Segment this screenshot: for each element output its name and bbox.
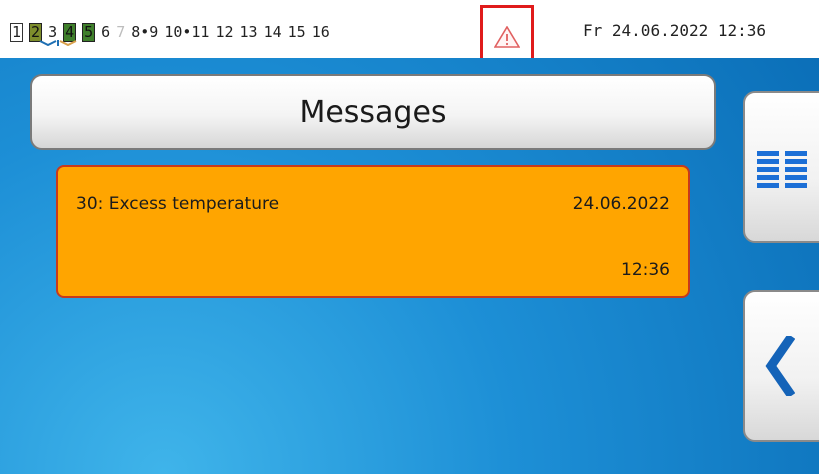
list-menu-icon (757, 151, 807, 188)
output-10-11: 10•11 (164, 22, 210, 41)
message-text: 30: Excess temperature (76, 194, 280, 214)
menu-button[interactable] (743, 91, 819, 243)
output-16: 16 (311, 22, 330, 41)
output-15: 15 (287, 22, 306, 41)
output-4: 4 (63, 22, 77, 42)
message-time: 12:36 (621, 260, 670, 280)
page-title: Messages (30, 74, 716, 150)
back-button[interactable] (743, 290, 819, 442)
output-13: 13 (239, 22, 258, 41)
output-7: 7 (116, 22, 126, 41)
output-6: 6 (101, 22, 111, 41)
message-item[interactable]: 30: Excess temperature 24.06.2022 12:36 (56, 165, 690, 298)
output-12: 12 (215, 22, 234, 41)
output-14: 14 (263, 22, 282, 41)
date-time-display: Fr 24.06.2022 12:36 (583, 21, 766, 40)
weekday: Fr (583, 21, 603, 40)
message-date: 24.06.2022 (572, 194, 670, 214)
output-8-9: 8•9 (131, 22, 159, 41)
chevron-left-icon (765, 336, 795, 396)
date: 24.06.2022 (611, 21, 709, 40)
page-title-text: Messages (299, 94, 447, 130)
time: 12:36 (717, 21, 767, 40)
main-screen: Messages 30: Excess temperature 24.06.20… (0, 58, 819, 474)
output-5: 5 (82, 22, 96, 42)
status-bar: 1 2 3 4 5 6 7 8•9 10•11 12 13 14 15 16 F… (0, 0, 819, 69)
output-3: 3 (48, 22, 58, 41)
output-1: 1 (10, 22, 24, 42)
pump-link-icon (39, 40, 77, 46)
output-2: 2 (29, 22, 43, 42)
warning-triangle-icon (494, 26, 520, 48)
